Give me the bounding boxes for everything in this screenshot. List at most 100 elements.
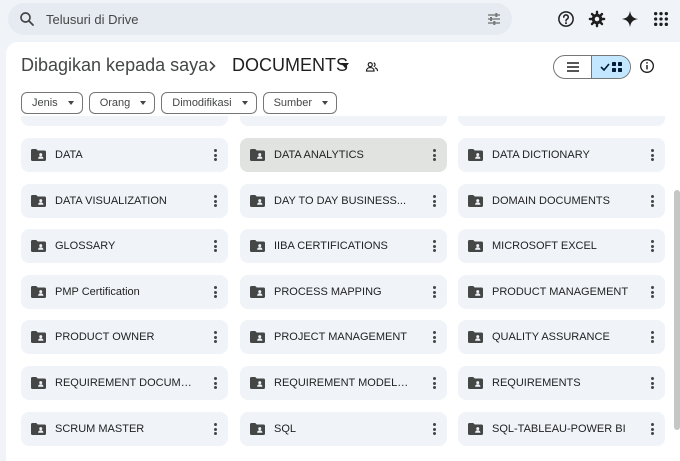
more-vert-icon[interactable] bbox=[210, 148, 220, 162]
folder-card[interactable]: DATA VISUALIZATION bbox=[21, 184, 228, 218]
chevron-down-icon[interactable] bbox=[341, 63, 349, 68]
filter-chip-modified[interactable]: Dimodifikasi bbox=[161, 92, 257, 114]
list-view-button[interactable] bbox=[554, 56, 591, 78]
more-vert-icon[interactable] bbox=[429, 239, 439, 253]
folder-name: SCRUM MASTER bbox=[55, 423, 145, 435]
folder-name: MICROSOFT EXCEL bbox=[492, 240, 597, 252]
shared-folder-icon bbox=[468, 148, 483, 161]
shared-folder-icon bbox=[468, 194, 483, 207]
more-vert-icon[interactable] bbox=[210, 330, 220, 344]
more-vert-icon[interactable] bbox=[647, 194, 657, 208]
shared-folder-icon bbox=[468, 330, 483, 343]
folder-card[interactable]: DATA DICTIONARY bbox=[458, 138, 665, 172]
chevron-down-icon bbox=[67, 101, 74, 105]
chip-label: Sumber bbox=[273, 97, 313, 109]
filter-chip-people[interactable]: Orang bbox=[88, 92, 156, 114]
shared-folder-icon bbox=[250, 330, 265, 343]
more-vert-icon[interactable] bbox=[210, 194, 220, 208]
folder-name: REQUIREMENT DOCUMENTS bbox=[55, 377, 195, 389]
more-vert-icon[interactable] bbox=[429, 194, 439, 208]
shared-folder-icon bbox=[468, 285, 483, 298]
shared-folder-icon bbox=[250, 148, 265, 161]
shared-folder-icon bbox=[31, 194, 46, 207]
folder-name: DATA DICTIONARY bbox=[492, 149, 590, 161]
more-vert-icon[interactable] bbox=[429, 330, 439, 344]
more-vert-icon[interactable] bbox=[429, 148, 439, 162]
shared-folder-icon bbox=[250, 194, 265, 207]
shared-folder-icon bbox=[31, 330, 46, 343]
folder-card[interactable]: PROCESS MAPPING bbox=[240, 275, 447, 309]
search-input[interactable]: Telusuri di Drive bbox=[46, 12, 138, 27]
top-bar: Telusuri di Drive bbox=[0, 0, 680, 40]
folder-name: DOMAIN DOCUMENTS bbox=[492, 195, 610, 207]
folder-card[interactable]: PMP Certification bbox=[21, 275, 228, 309]
search-icon[interactable] bbox=[18, 10, 36, 28]
more-vert-icon[interactable] bbox=[647, 422, 657, 436]
shared-people-icon[interactable] bbox=[365, 60, 379, 74]
more-vert-icon[interactable] bbox=[647, 239, 657, 253]
more-vert-icon[interactable] bbox=[429, 285, 439, 299]
folder-name: PROCESS MAPPING bbox=[274, 286, 382, 298]
more-vert-icon[interactable] bbox=[647, 376, 657, 390]
search-bar[interactable]: Telusuri di Drive bbox=[8, 3, 512, 35]
main-panel: Dibagikan kepada saya DOCUMENTS Jenis Or… bbox=[6, 42, 680, 461]
breadcrumb-current[interactable]: DOCUMENTS bbox=[232, 55, 348, 76]
chip-label: Jenis bbox=[32, 97, 58, 109]
more-vert-icon[interactable] bbox=[647, 148, 657, 162]
gear-icon[interactable] bbox=[587, 9, 607, 29]
filter-chip-type[interactable]: Jenis bbox=[21, 92, 83, 114]
shared-folder-icon bbox=[31, 422, 46, 435]
more-vert-icon[interactable] bbox=[429, 422, 439, 436]
folder-name: IIBA CERTIFICATIONS bbox=[274, 240, 388, 252]
folder-card[interactable]: PROJECT MANAGEMENT bbox=[240, 320, 447, 354]
folder-card-partial[interactable] bbox=[458, 116, 665, 126]
folder-card[interactable]: PRODUCT MANAGEMENT bbox=[458, 275, 665, 309]
folder-card[interactable]: DAY TO DAY BUSINESS... bbox=[240, 184, 447, 218]
folder-card[interactable]: PRODUCT OWNER bbox=[21, 320, 228, 354]
folder-card[interactable]: DATA bbox=[21, 138, 228, 172]
folder-card[interactable]: REQUIREMENT DOCUMENTS bbox=[21, 366, 228, 400]
sparkle-icon[interactable] bbox=[620, 9, 640, 29]
tune-icon[interactable] bbox=[486, 11, 502, 27]
help-icon[interactable] bbox=[556, 9, 576, 29]
info-icon[interactable] bbox=[639, 58, 655, 74]
shared-folder-icon bbox=[250, 422, 265, 435]
folder-name: PRODUCT MANAGEMENT bbox=[492, 286, 629, 298]
folder-card[interactable]: SCRUM MASTER bbox=[21, 412, 228, 446]
more-vert-icon[interactable] bbox=[210, 422, 220, 436]
more-vert-icon[interactable] bbox=[210, 376, 220, 390]
folder-card[interactable]: DATA ANALYTICS bbox=[240, 138, 447, 172]
more-vert-icon[interactable] bbox=[210, 285, 220, 299]
folder-card[interactable]: SQL-TABLEAU-POWER BI bbox=[458, 412, 665, 446]
shared-folder-icon bbox=[468, 376, 483, 389]
folder-card-partial[interactable] bbox=[21, 116, 228, 126]
folder-card[interactable]: IIBA CERTIFICATIONS bbox=[240, 229, 447, 263]
breadcrumb-parent[interactable]: Dibagikan kepada saya bbox=[21, 55, 208, 76]
folder-name: SQL bbox=[274, 423, 297, 435]
filter-chip-source[interactable]: Sumber bbox=[262, 92, 338, 114]
folder-card[interactable]: REQUIREMENT MODELLING bbox=[240, 366, 447, 400]
more-vert-icon[interactable] bbox=[210, 239, 220, 253]
folder-card[interactable]: SQL bbox=[240, 412, 447, 446]
chip-label: Orang bbox=[99, 97, 131, 109]
folder-name: DAY TO DAY BUSINESS... bbox=[274, 195, 407, 207]
more-vert-icon[interactable] bbox=[647, 285, 657, 299]
grid-view-button[interactable] bbox=[591, 56, 630, 78]
shared-folder-icon bbox=[468, 239, 483, 252]
apps-grid-icon[interactable] bbox=[651, 9, 671, 29]
scrollbar[interactable] bbox=[674, 190, 680, 430]
folder-card[interactable]: DOMAIN DOCUMENTS bbox=[458, 184, 665, 218]
more-vert-icon[interactable] bbox=[429, 376, 439, 390]
folder-card[interactable]: QUALITY ASSURANCE bbox=[458, 320, 665, 354]
folder-card[interactable]: MICROSOFT EXCEL bbox=[458, 229, 665, 263]
folder-name: DATA bbox=[55, 149, 83, 161]
folder-name: DATA VISUALIZATION bbox=[55, 195, 167, 207]
folder-card[interactable]: REQUIREMENTS bbox=[458, 366, 665, 400]
check-icon bbox=[600, 63, 610, 71]
more-vert-icon[interactable] bbox=[647, 330, 657, 344]
folder-name: QUALITY ASSURANCE bbox=[492, 331, 610, 343]
folder-name: SQL-TABLEAU-POWER BI bbox=[492, 423, 626, 435]
folder-card-partial[interactable] bbox=[240, 116, 447, 126]
folder-grid: DATA DATA ANALYTICS DATA DICTIONARY DATA VI… bbox=[6, 116, 680, 461]
folder-card[interactable]: GLOSSARY bbox=[21, 229, 228, 263]
